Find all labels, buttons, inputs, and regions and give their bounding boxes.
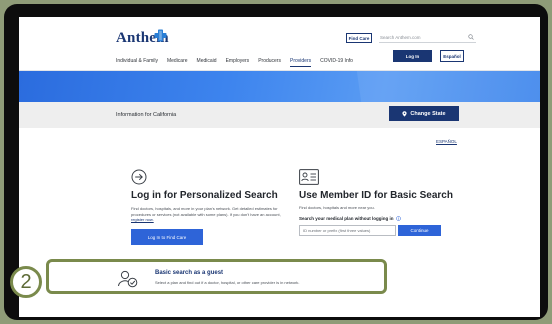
login-button[interactable]: Log In: [393, 50, 432, 62]
hero-decoration: [354, 71, 540, 102]
language-toggle-button[interactable]: Español: [440, 50, 464, 62]
location-pin-icon: [402, 110, 408, 117]
login-arrow-icon: [131, 169, 147, 185]
browser-viewport: Anthem Find Care Log In Español Individu…: [19, 17, 540, 317]
nav-item-medicare[interactable]: Medicare: [167, 57, 188, 66]
member-id-card-icon: [299, 169, 319, 185]
state-info-label: Information for California: [116, 112, 177, 118]
find-care-button[interactable]: Find Care: [346, 33, 372, 43]
nav-item-employers[interactable]: Employers: [226, 57, 250, 66]
register-link[interactable]: register now.: [131, 217, 154, 222]
guest-user-check-icon[interactable]: [117, 270, 139, 288]
nav-item-medicaid[interactable]: Medicaid: [197, 57, 217, 66]
member-id-input[interactable]: [299, 225, 396, 236]
member-section-title: Use Member ID for Basic Search: [299, 190, 453, 201]
search-icon[interactable]: [468, 34, 474, 40]
member-section-description: Find doctors, hospitals and more near yo…: [299, 205, 375, 210]
site-search: [379, 33, 476, 43]
login-description-text: Find doctors, hospitals, and more in you…: [131, 206, 281, 217]
guest-search-link[interactable]: Basic search as a guest: [155, 270, 223, 276]
espanol-link[interactable]: ESPAÑOL: [436, 139, 457, 144]
guest-search-highlight: [46, 259, 387, 294]
continue-button[interactable]: Continue: [398, 225, 441, 236]
login-section-title: Log in for Personalized Search: [131, 190, 278, 201]
member-search-label: Search your medical plan without logging…: [299, 216, 401, 221]
site-search-input[interactable]: [380, 33, 460, 42]
guest-search-description: Select a plan and find out if a doctor, …: [155, 280, 300, 285]
change-state-label: Change State: [410, 110, 446, 117]
hero-banner: [19, 71, 540, 102]
state-band: Information for California Change State: [19, 102, 540, 128]
change-state-button[interactable]: Change State: [389, 106, 459, 121]
login-to-find-care-button[interactable]: Log In to Find Care: [131, 229, 203, 245]
nav-item-covid-info[interactable]: COVID-19 Info: [320, 57, 353, 66]
nav-item-individual-family[interactable]: Individual & Family: [116, 57, 158, 66]
blue-cross-logo-icon: [154, 29, 167, 42]
nav-item-providers[interactable]: Providers: [289, 57, 312, 67]
login-section-description: Find doctors, hospitals, and more in you…: [131, 206, 291, 223]
step-number-badge: 2: [10, 266, 42, 298]
main-nav: Individual & Family Medicare Medicaid Em…: [116, 57, 362, 67]
member-search-label-text: Search your medical plan without logging…: [299, 216, 394, 221]
device-frame: Anthem Find Care Log In Español Individu…: [4, 4, 548, 320]
info-icon[interactable]: [395, 216, 401, 221]
nav-item-producers[interactable]: Producers: [258, 57, 281, 66]
